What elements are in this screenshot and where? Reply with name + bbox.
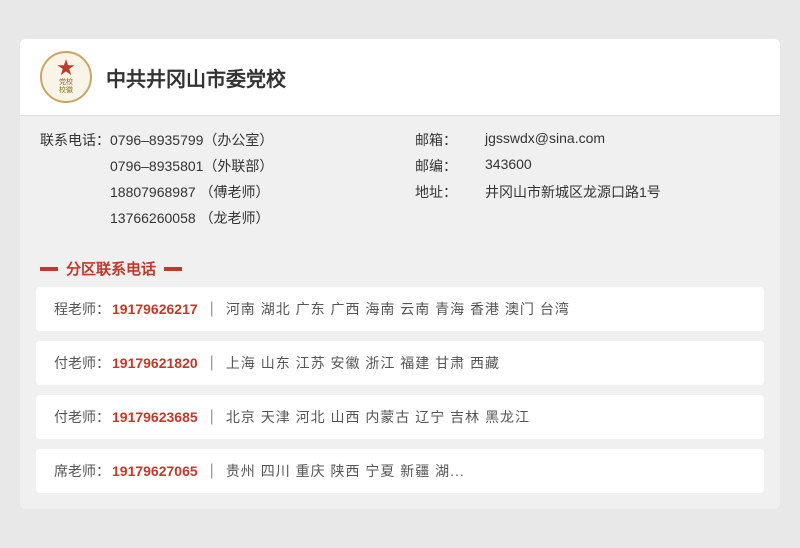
contact-card-1: 付老师：19179621820 | 上海 山东 江苏 安徽 浙江 福建 甘肃 西藏 <box>36 341 764 385</box>
info-left: 联系电话： 0796–8935799（办公室） 0796–8935801（外联部… <box>40 130 385 234</box>
phone-row-3: 18807968987 （傅老师） <box>40 182 385 202</box>
teacher-name-3: 席老师： <box>54 461 110 481</box>
teacher-phone-1: 19179621820 <box>112 355 198 371</box>
teacher-name-0: 程老师： <box>54 299 110 319</box>
phone-row-4: 13766260058 （龙老师） <box>40 208 385 228</box>
school-title: 中共井冈山市委党校 <box>106 63 286 92</box>
address-row: 地址： 井冈山市新城区龙源口路1号 <box>415 182 760 202</box>
teacher-phone-3: 19179627065 <box>112 463 198 479</box>
teacher-phone-2: 19179623685 <box>112 409 198 425</box>
contact-card-3: 席老师：19179627065 | 贵州 四川 重庆 陕西 宁夏 新疆 湖... <box>36 449 764 493</box>
card-divider-3: | <box>210 462 214 480</box>
card-regions-1: 上海 山东 江苏 安徽 浙江 福建 甘肃 西藏 <box>226 353 500 373</box>
email-row: 邮箱： jgsswdx@sina.com <box>415 130 760 150</box>
phone-row-2: 0796–8935801（外联部） <box>40 156 385 176</box>
card-divider-0: | <box>210 300 214 318</box>
email-label: 邮箱： <box>415 130 485 150</box>
address-value: 井冈山市新城区龙源口路1号 <box>485 182 661 202</box>
logo-text: 党校校徽 <box>46 79 86 94</box>
card-regions-2: 北京 天津 河北 山西 内蒙古 辽宁 吉林 黑龙江 <box>226 407 530 427</box>
bar-right-icon <box>164 267 182 271</box>
card-divider-1: | <box>210 354 214 372</box>
address-label: 地址： <box>415 182 485 202</box>
teacher-name-1: 付老师： <box>54 353 110 373</box>
phone-label: 联系电话： <box>40 130 110 150</box>
teacher-phone-0: 19179626217 <box>112 301 198 317</box>
info-right: 邮箱： jgsswdx@sina.com 邮编： 343600 地址： 井冈山市… <box>415 130 760 234</box>
contact-card-0: 程老师：19179626217 | 河南 湖北 广东 广西 海南 云南 青海 香港 … <box>36 287 764 331</box>
card-regions-0: 河南 湖北 广东 广西 海南 云南 青海 香港 澳门 台湾 <box>226 299 570 319</box>
card-divider-2: | <box>210 408 214 426</box>
phone-1: 0796–8935799（办公室） <box>110 130 273 150</box>
logo-star: ★ <box>46 57 86 79</box>
postal-value: 343600 <box>485 156 532 176</box>
contact-card-2: 付老师：19179623685 | 北京 天津 河北 山西 内蒙古 辽宁 吉林 黑龙… <box>36 395 764 439</box>
phone-row-1: 联系电话： 0796–8935799（办公室） <box>40 130 385 150</box>
contact-cards: 程老师：19179626217 | 河南 湖北 广东 广西 海南 云南 青海 香港 … <box>20 287 780 509</box>
postal-row: 邮编： 343600 <box>415 156 760 176</box>
card-regions-3: 贵州 四川 重庆 陕西 宁夏 新疆 湖... <box>226 461 465 481</box>
logo: ★ 党校校徽 <box>40 51 92 103</box>
main-container: ★ 党校校徽 中共井冈山市委党校 联系电话： 0796–8935799（办公室）… <box>20 39 780 509</box>
info-section: 联系电话： 0796–8935799（办公室） 0796–8935801（外联部… <box>20 116 780 250</box>
teacher-name-2: 付老师： <box>54 407 110 427</box>
header-section: ★ 党校校徽 中共井冈山市委党校 <box>20 39 780 116</box>
section-title: 分区联系电话 <box>64 258 158 279</box>
postal-label: 邮编： <box>415 156 485 176</box>
email-value: jgsswdx@sina.com <box>485 130 605 150</box>
section-header: 分区联系电话 <box>20 250 780 287</box>
bar-left-icon <box>40 267 58 271</box>
